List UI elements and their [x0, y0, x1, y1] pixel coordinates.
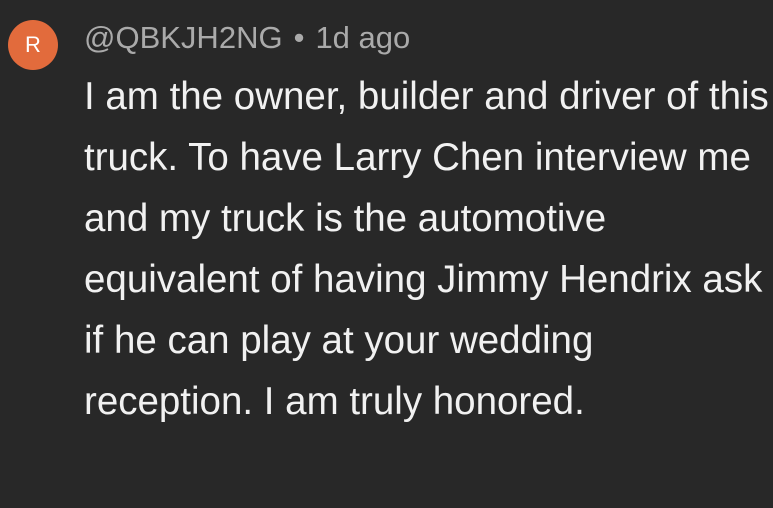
meta-separator: • — [293, 20, 305, 55]
avatar-letter: R — [25, 32, 41, 57]
comment: R @QBKJH2NG • 1d ago I am the owner, bui… — [0, 0, 773, 508]
comment-timestamp: 1d ago — [315, 20, 411, 55]
author-handle[interactable]: @QBKJH2NG — [84, 20, 283, 56]
comment-meta: @QBKJH2NG • 1d ago — [84, 16, 410, 60]
comment-text: I am the owner, builder and driver of th… — [84, 75, 769, 423]
avatar[interactable]: R — [8, 20, 58, 70]
